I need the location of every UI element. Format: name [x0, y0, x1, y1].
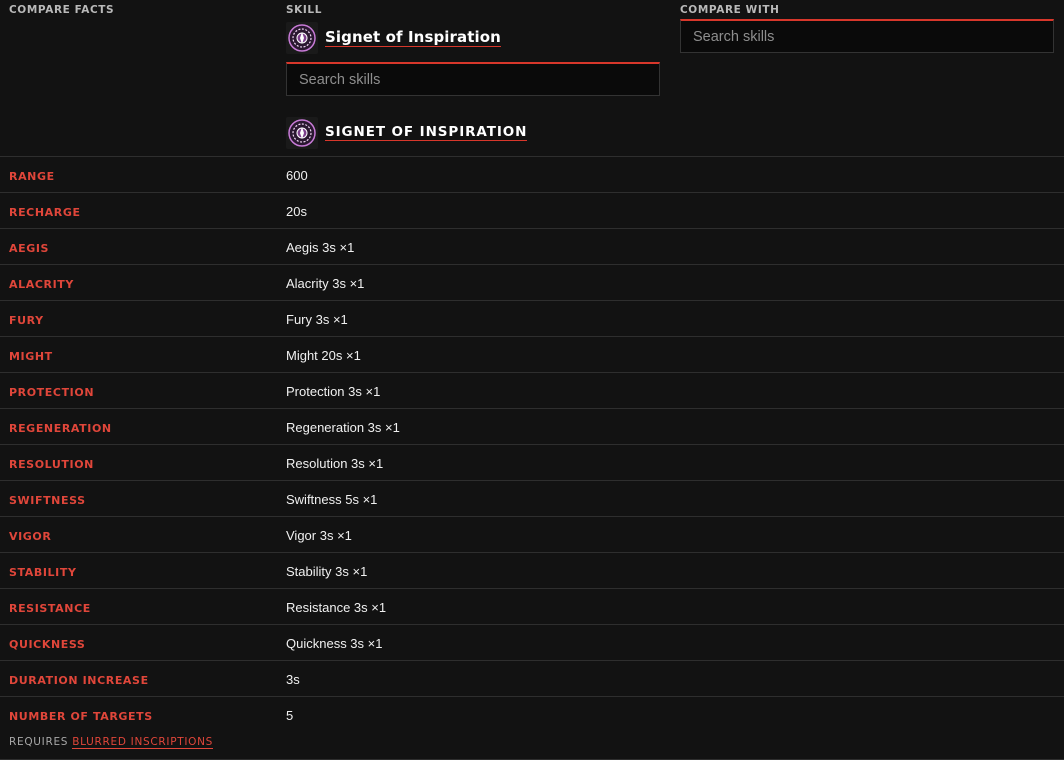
facts-table: RANGE 600 RECHARGE 20s AEGIS Aegis 3s ×1… [0, 156, 1064, 760]
fact-value: Stability 3s ×1 [286, 564, 368, 579]
fact-label: PROTECTION [9, 386, 95, 399]
skill-name-link[interactable]: Signet of Inspiration [325, 29, 501, 47]
fact-row-vigor: VIGOR Vigor 3s ×1 [0, 516, 1064, 552]
fact-label: SWIFTNESS [9, 494, 86, 507]
fact-label: DURATION INCREASE [9, 674, 149, 687]
fact-value: 600 [286, 168, 308, 183]
fact-label: RESISTANCE [9, 602, 91, 615]
signet-icon [286, 117, 318, 149]
compare-with-header: COMPARE WITH [680, 4, 780, 16]
fact-row-quickness: QUICKNESS Quickness 3s ×1 [0, 624, 1064, 660]
fact-row-might: MIGHT Might 20s ×1 [0, 336, 1064, 372]
trait-link-blurred-inscriptions[interactable]: BLURRED INSCRIPTIONS [72, 736, 214, 749]
fact-value: 20s [286, 204, 307, 219]
fact-label: REGENERATION [9, 422, 112, 435]
fact-value: Vigor 3s ×1 [286, 528, 352, 543]
selected-skill: Signet of Inspiration [286, 22, 501, 54]
fact-row-recharge: RECHARGE 20s [0, 192, 1064, 228]
fact-label: RECHARGE [9, 206, 81, 219]
requires-prefix: REQUIRES [9, 736, 69, 748]
fact-value: Alacrity 3s ×1 [286, 276, 365, 291]
fact-label: RESOLUTION [9, 458, 94, 471]
fact-row-swiftness: SWIFTNESS Swiftness 5s ×1 [0, 480, 1064, 516]
fact-value: Might 20s ×1 [286, 348, 361, 363]
fact-value: Quickness 3s ×1 [286, 636, 383, 651]
fact-row-stability: STABILITY Stability 3s ×1 [0, 552, 1064, 588]
fact-label: VIGOR [9, 530, 52, 543]
fact-row-resistance: RESISTANCE Resistance 3s ×1 [0, 588, 1064, 624]
skill-column-heading: SIGNET OF INSPIRATION [286, 117, 528, 149]
fact-row-fury: FURY Fury 3s ×1 [0, 300, 1064, 336]
fact-value: Regeneration 3s ×1 [286, 420, 400, 435]
fact-label: AEGIS [9, 242, 50, 255]
fact-row-regeneration: REGENERATION Regeneration 3s ×1 [0, 408, 1064, 444]
fact-label: MIGHT [9, 350, 53, 363]
fact-value: Aegis 3s ×1 [286, 240, 355, 255]
fact-label: RANGE [9, 170, 55, 183]
fact-value: 3s [286, 672, 300, 687]
signet-icon [286, 22, 318, 54]
fact-row-aegis: AEGIS Aegis 3s ×1 [0, 228, 1064, 264]
fact-label: ALACRITY [9, 278, 74, 291]
fact-row-protection: PROTECTION Protection 3s ×1 [0, 372, 1064, 408]
fact-value: 5 [286, 708, 294, 723]
skill-search-input[interactable] [286, 62, 660, 96]
fact-row-range: RANGE 600 [0, 156, 1064, 192]
skill-heading-text: SIGNET OF INSPIRATION [325, 124, 528, 141]
fact-label: NUMBER OF TARGETS [9, 710, 153, 723]
compare-search-input[interactable] [680, 19, 1054, 53]
fact-value: Resistance 3s ×1 [286, 600, 387, 615]
skill-header: SKILL [286, 4, 322, 16]
requires-note: REQUIRES BLURRED INSCRIPTIONS [9, 736, 214, 749]
fact-label: FURY [9, 314, 44, 327]
fact-row-resolution: RESOLUTION Resolution 3s ×1 [0, 444, 1064, 480]
fact-label: QUICKNESS [9, 638, 86, 651]
fact-value: Swiftness 5s ×1 [286, 492, 378, 507]
compare-facts-header: COMPARE FACTS [9, 4, 115, 16]
fact-value: Resolution 3s ×1 [286, 456, 384, 471]
fact-row-alacrity: ALACRITY Alacrity 3s ×1 [0, 264, 1064, 300]
fact-value: Protection 3s ×1 [286, 384, 381, 399]
fact-label: STABILITY [9, 566, 77, 579]
fact-row-duration-increase: DURATION INCREASE 3s [0, 660, 1064, 696]
fact-value: Fury 3s ×1 [286, 312, 348, 327]
fact-row-number-of-targets: NUMBER OF TARGETS 5 REQUIRES BLURRED INS… [0, 696, 1064, 760]
